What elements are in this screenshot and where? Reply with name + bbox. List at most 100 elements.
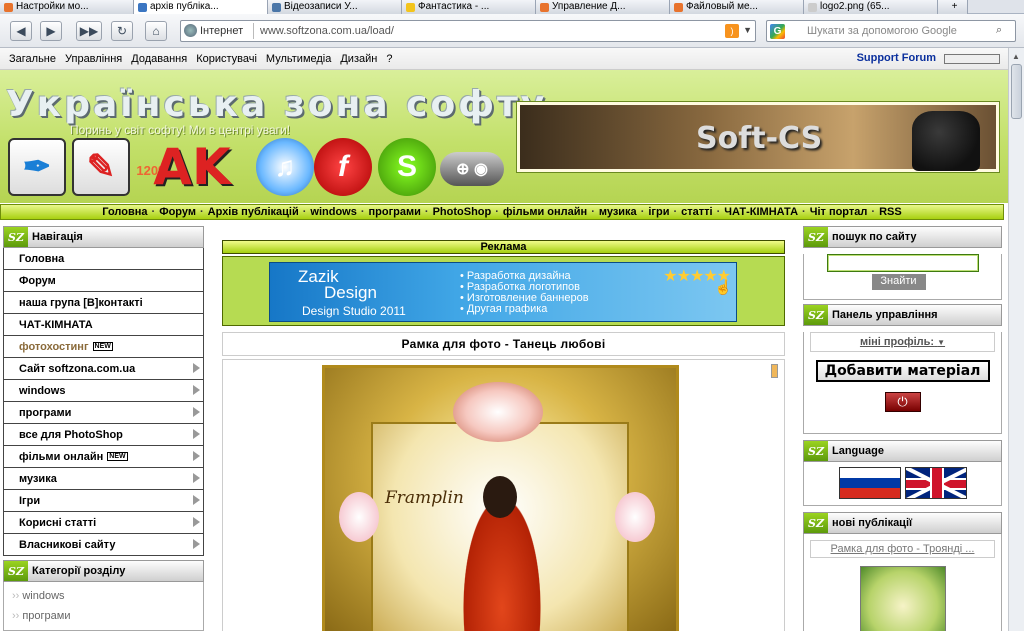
admin-menu-item[interactable]: Управління: [65, 53, 122, 65]
nav-item[interactable]: все для PhotoShop: [3, 424, 204, 446]
tab-label: Настройки мо...: [16, 1, 89, 12]
nav-item[interactable]: музика: [3, 468, 204, 490]
admin-menu-item[interactable]: Загальне: [9, 53, 56, 65]
browser-tabbar: Настройки мо... архів публіка... Відеозапи…: [0, 0, 1024, 14]
soft-cs-banner[interactable]: Soft-CS: [517, 102, 999, 172]
new-publications-title: нові публікації: [832, 517, 913, 529]
category-block-title: Категорії розділу: [32, 565, 126, 577]
nav-item[interactable]: Сайт softzona.com.ua: [3, 358, 204, 380]
top-nav-link[interactable]: Форум: [155, 206, 200, 218]
nav-item[interactable]: Ігри: [3, 490, 204, 512]
scrollbar-thumb[interactable]: [1011, 64, 1022, 119]
top-nav-link[interactable]: ігри: [644, 206, 673, 218]
hand-cursor-icon: ☝: [714, 279, 732, 295]
admin-menu-item[interactable]: Дизайн: [340, 53, 377, 65]
top-nav-link[interactable]: Архів публікацій: [204, 206, 303, 218]
power-icon[interactable]: ⏻: [884, 392, 921, 412]
security-zone: Інтернет: [184, 24, 243, 37]
nav-item[interactable]: ЧАТ-КІМНАТА: [3, 314, 204, 336]
nav-item-label: Власникові сайту: [19, 538, 116, 551]
history-forward-button[interactable]: ▶▶: [76, 21, 102, 41]
tab-label: архів публіка...: [150, 1, 219, 12]
favicon-icon: [138, 2, 147, 12]
zazik-ad-banner[interactable]: Zazik Design Design Studio 2011 Разработ…: [269, 262, 737, 322]
nav-block-title: Навігація: [32, 231, 83, 243]
top-nav-link[interactable]: Головна: [98, 206, 151, 218]
google-icon[interactable]: G: [770, 24, 785, 39]
chevron-down-icon: ▼: [937, 338, 946, 347]
russian-flag-icon[interactable]: [838, 467, 901, 499]
nav-item-label: windows: [19, 384, 66, 397]
new-publication-link[interactable]: Рамка для фото - Трояндi ...: [810, 540, 995, 558]
top-nav-link[interactable]: windows: [306, 206, 360, 218]
nav-item[interactable]: Головна: [3, 248, 204, 270]
admin-menu-item[interactable]: ?: [386, 53, 392, 65]
new-tab-button[interactable]: +: [938, 0, 968, 14]
nav-item[interactable]: windows: [3, 380, 204, 402]
top-navigation: Головна · Форум · Архів публікацій · windows · п…: [0, 204, 1004, 220]
vertical-scrollbar[interactable]: ▲: [1008, 48, 1024, 631]
home-button[interactable]: ⌂: [145, 21, 167, 41]
search-input[interactable]: Шукати за допомогою Google: [807, 25, 957, 37]
enlarge-icon[interactable]: [771, 364, 778, 378]
search-icon[interactable]: ⌕: [996, 24, 1012, 38]
rss-icon[interactable]: ): [725, 24, 739, 38]
browser-tab[interactable]: архів публіка...: [134, 0, 268, 14]
reload-button[interactable]: ↻: [111, 21, 133, 41]
nav-item[interactable]: Форум: [3, 270, 204, 292]
admin-menu-item[interactable]: Додавання: [131, 53, 187, 65]
banner-text: Soft-CS: [696, 121, 823, 156]
top-nav-link[interactable]: RSS: [875, 206, 906, 218]
top-nav-link[interactable]: програми: [365, 206, 425, 218]
back-button[interactable]: ◀: [10, 21, 32, 41]
nav-list: Головна Форум наша група [В]контакті ЧАТ-КІ…: [3, 248, 204, 556]
ak-icon: AK: [153, 138, 231, 196]
address-bar[interactable]: Інтернет www.softzona.com.ua/load/ ) ▼: [180, 20, 756, 42]
top-nav-link[interactable]: Чіт портал: [806, 206, 872, 218]
nav-item[interactable]: Власникові сайту: [3, 534, 204, 556]
add-material-button[interactable]: Добавити матеріал: [815, 360, 990, 382]
search-block-title: пошук по сайту: [832, 231, 917, 243]
new-publication-thumbnail[interactable]: [859, 566, 946, 631]
post-title[interactable]: Рамка для фото - Танець любові: [222, 332, 785, 356]
browser-tab[interactable]: Фантастика - ...: [402, 0, 536, 14]
site-tagline: Поринь у світ софту! Ми в центрі уваги!: [70, 123, 291, 137]
scroll-up-icon[interactable]: ▲: [1012, 52, 1020, 61]
zoom-slider[interactable]: [944, 54, 1000, 64]
mini-profile-dropdown[interactable]: міні профіль: ▼: [810, 332, 995, 352]
url-text[interactable]: www.softzona.com.ua/load/: [260, 25, 394, 37]
browser-tab[interactable]: Управление Д...: [536, 0, 670, 14]
globe-icon: [184, 24, 197, 37]
top-nav-link[interactable]: фільми онлайн: [499, 206, 591, 218]
browser-tab[interactable]: logo2.png (65...: [804, 0, 938, 14]
admin-menu-item[interactable]: Мультимедіа: [266, 53, 331, 65]
nav-block-header: SZ Навігація: [3, 226, 204, 248]
browser-tab[interactable]: Відеозаписи У...: [268, 0, 402, 14]
top-nav-link[interactable]: ЧАТ-КІМНАТА: [720, 206, 802, 218]
top-nav-link[interactable]: PhotoShop: [429, 206, 496, 218]
site-search-input[interactable]: [826, 254, 979, 272]
chevron-down-icon[interactable]: ▼: [743, 25, 752, 35]
forward-button[interactable]: ▶: [40, 21, 62, 41]
find-button[interactable]: Знайти: [871, 274, 926, 290]
admin-menu-item[interactable]: Користувачі: [196, 53, 257, 65]
new-publications-box: Рамка для фото - Трояндi ...: [803, 534, 1002, 631]
search-box[interactable]: G Шукати за допомогою Google ⌕: [766, 20, 1016, 42]
uk-flag-icon[interactable]: [904, 467, 967, 499]
nav-item[interactable]: програми: [3, 402, 204, 424]
nav-item[interactable]: фотохостинг NEW: [3, 336, 204, 358]
category-item[interactable]: програми: [12, 606, 195, 626]
photo-frame-image[interactable]: Framplin: [322, 365, 679, 631]
nav-item[interactable]: наша група [В]контакті: [3, 292, 204, 314]
top-nav-link[interactable]: музика: [595, 206, 641, 218]
browser-tab[interactable]: Файловый ме...: [670, 0, 804, 14]
category-item[interactable]: windows: [12, 586, 195, 606]
browser-tab[interactable]: Настройки мо...: [0, 0, 134, 14]
nav-item[interactable]: фільми онлайн NEW: [3, 446, 204, 468]
chevron-right-icon: [193, 407, 200, 417]
nav-item[interactable]: Корисні статті: [3, 512, 204, 534]
chevron-right-icon: [193, 517, 200, 527]
top-nav-link[interactable]: статті: [677, 206, 716, 218]
nav-item-label: музика: [19, 472, 57, 485]
support-forum-link[interactable]: Support Forum: [857, 52, 936, 64]
